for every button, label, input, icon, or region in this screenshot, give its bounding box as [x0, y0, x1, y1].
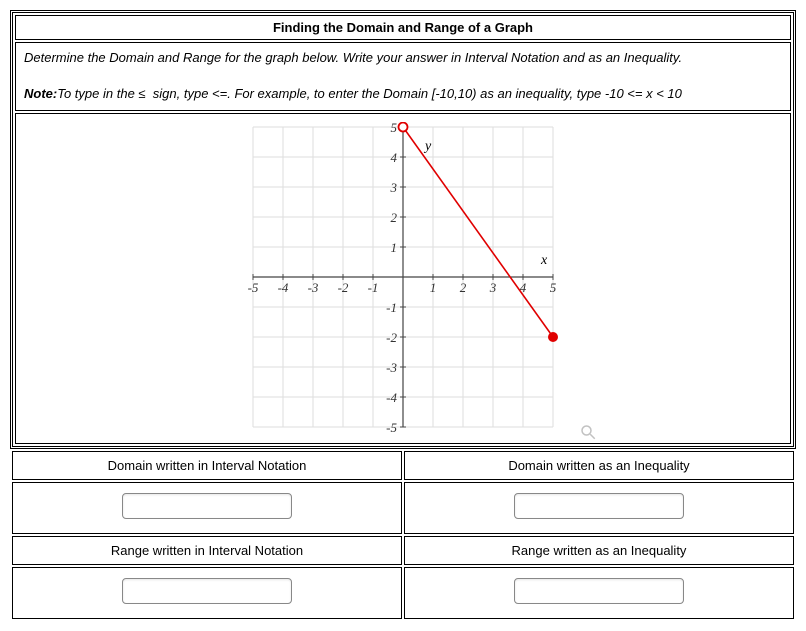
coordinate-plane: -5-4-3 -2-1 123 45 543 21 -1-2-3 -4-5 y … [213, 122, 593, 432]
svg-text:-1: -1 [386, 300, 397, 315]
range-interval-input[interactable] [122, 578, 292, 604]
graph: -5-4-3 -2-1 123 45 543 21 -1-2-3 -4-5 y … [213, 122, 593, 435]
domain-inequality-label: Domain written as an Inequality [404, 451, 794, 480]
instruction-main: Determine the Domain and Range for the g… [24, 50, 682, 65]
svg-text:-5: -5 [386, 420, 397, 432]
svg-text:2: 2 [460, 280, 467, 295]
note-label: Note: [24, 86, 57, 101]
page-title: Finding the Domain and Range of a Graph [15, 15, 791, 40]
x-axis-label: x [540, 253, 548, 268]
svg-text:1: 1 [430, 280, 437, 295]
zoom-icon[interactable] [579, 423, 597, 441]
range-inequality-label: Range written as an Inequality [404, 536, 794, 565]
domain-interval-label: Domain written in Interval Notation [12, 451, 402, 480]
closed-endpoint [548, 332, 558, 342]
svg-text:-4: -4 [278, 280, 289, 295]
domain-inequality-cell [404, 482, 794, 534]
svg-text:5: 5 [550, 280, 557, 295]
svg-text:-3: -3 [308, 280, 319, 295]
svg-text:4: 4 [391, 150, 398, 165]
domain-interval-input[interactable] [122, 493, 292, 519]
problem-container: Finding the Domain and Range of a Graph … [10, 10, 796, 449]
svg-text:-5: -5 [248, 280, 259, 295]
note-text-b: sign, type <=. For example, to enter the… [149, 86, 682, 101]
instructions: Determine the Domain and Range for the g… [15, 42, 791, 111]
svg-text:5: 5 [391, 122, 398, 135]
note-text-a: To type in the [57, 86, 138, 101]
svg-text:3: 3 [390, 180, 398, 195]
y-axis-label: y [423, 139, 432, 154]
svg-text:3: 3 [489, 280, 497, 295]
svg-text:2: 2 [391, 210, 398, 225]
open-endpoint [399, 122, 408, 131]
leq-symbol: ≤ [138, 86, 145, 101]
svg-text:-2: -2 [386, 330, 397, 345]
svg-text:-4: -4 [386, 390, 397, 405]
range-interval-label: Range written in Interval Notation [12, 536, 402, 565]
answer-grid: Domain written in Interval Notation Doma… [10, 449, 796, 621]
svg-text:-3: -3 [386, 360, 397, 375]
svg-text:-2: -2 [338, 280, 349, 295]
domain-interval-cell [12, 482, 402, 534]
graph-line [403, 127, 553, 337]
range-inequality-cell [404, 567, 794, 619]
svg-text:1: 1 [391, 240, 398, 255]
range-interval-cell [12, 567, 402, 619]
svg-text:-1: -1 [368, 280, 379, 295]
domain-inequality-input[interactable] [514, 493, 684, 519]
range-inequality-input[interactable] [514, 578, 684, 604]
graph-cell: -5-4-3 -2-1 123 45 543 21 -1-2-3 -4-5 y … [15, 113, 791, 444]
